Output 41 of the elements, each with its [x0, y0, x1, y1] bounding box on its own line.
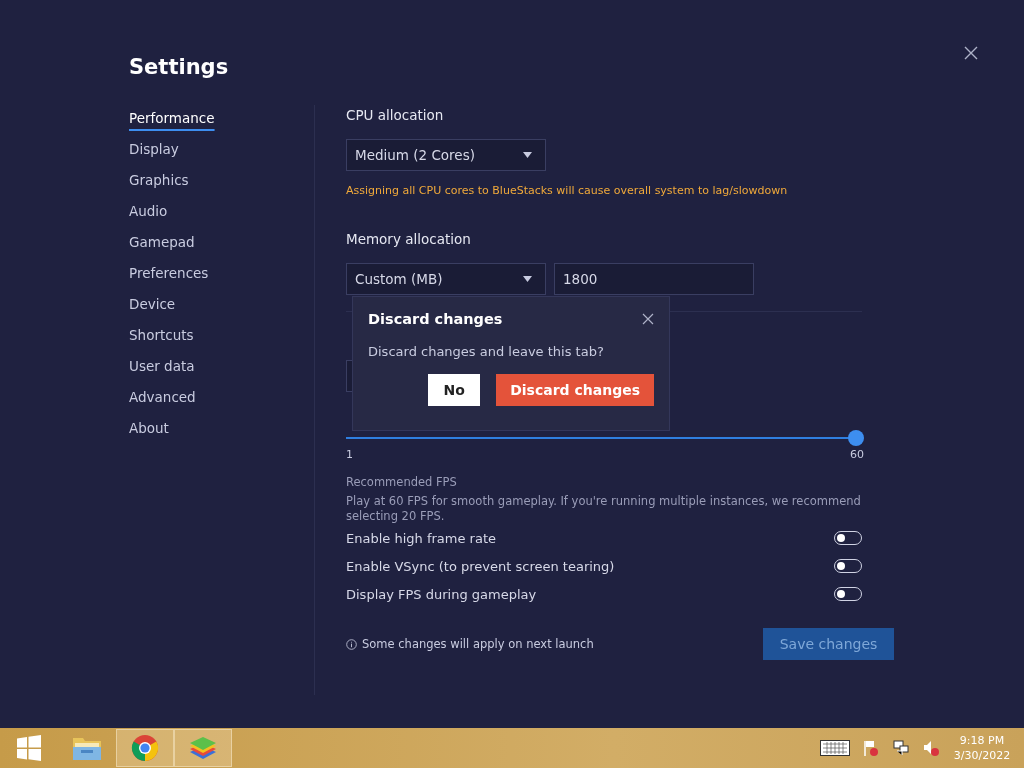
keyboard-icon[interactable]	[820, 740, 850, 756]
toggle-label: Enable high frame rate	[346, 530, 496, 546]
cpu-dropdown[interactable]: Medium (2 Cores)	[346, 139, 546, 171]
toggle-label: Enable VSync (to prevent screen tearing)	[346, 558, 615, 574]
memory-label: Memory allocation	[346, 231, 472, 249]
recommended-text: Play at 60 FPS for smooth gameplay. If you're running multiple instances, we recommend selecting 20 FPS.	[346, 494, 862, 524]
sidebar-item[interactable]: User data	[129, 353, 195, 384]
sidebar-item[interactable]: About	[129, 415, 169, 446]
sidebar-item[interactable]: Gamepad	[129, 229, 195, 260]
info-icon	[346, 638, 357, 650]
sidebar-item[interactable]: Graphics	[129, 167, 189, 198]
dialog-message: Discard changes and leave this tab?	[368, 344, 605, 359]
sidebar-item[interactable]: Advanced	[129, 384, 196, 415]
sidebar-item[interactable]: Audio	[129, 198, 168, 229]
flag-icon[interactable]	[862, 739, 880, 757]
no-button[interactable]: No	[428, 374, 481, 406]
sidebar-item[interactable]: Performance	[129, 105, 215, 136]
sidebar-item[interactable]: Shortcuts	[129, 322, 194, 353]
cpu-label: CPU allocation	[346, 107, 445, 125]
close-icon[interactable]	[642, 313, 654, 325]
toggle-label: Display FPS during gameplay	[346, 586, 537, 602]
sidebar-item[interactable]: Display	[129, 136, 179, 167]
memory-input[interactable]: 1800	[554, 263, 754, 295]
note-text: Some changes will apply on next launch	[362, 637, 594, 651]
dialog-title: Discard changes	[368, 311, 503, 327]
browser-icon[interactable]	[131, 734, 159, 762]
settings-title: Settings	[129, 55, 230, 81]
speaker-icon[interactable]	[922, 739, 940, 757]
slider-max: 60	[850, 448, 864, 461]
close-icon[interactable]	[964, 46, 978, 60]
discard-button[interactable]: Discard changes	[496, 374, 654, 406]
windows-logo-icon[interactable]	[16, 735, 42, 761]
caret-icon	[523, 152, 532, 158]
slider-min: 1	[346, 448, 353, 461]
sidebar-item[interactable]: Preferences	[129, 260, 209, 291]
sidebar-item[interactable]: Device	[129, 291, 176, 322]
network-icon[interactable]	[892, 739, 910, 757]
warning-text: Assigning all CPU cores to BlueStacks will cause overall system to lag/slowdown	[346, 184, 789, 197]
memory-dropdown[interactable]: Custom (MB)	[346, 263, 546, 295]
caret-icon	[523, 276, 532, 282]
recommended-title: Recommended FPS	[346, 475, 458, 489]
